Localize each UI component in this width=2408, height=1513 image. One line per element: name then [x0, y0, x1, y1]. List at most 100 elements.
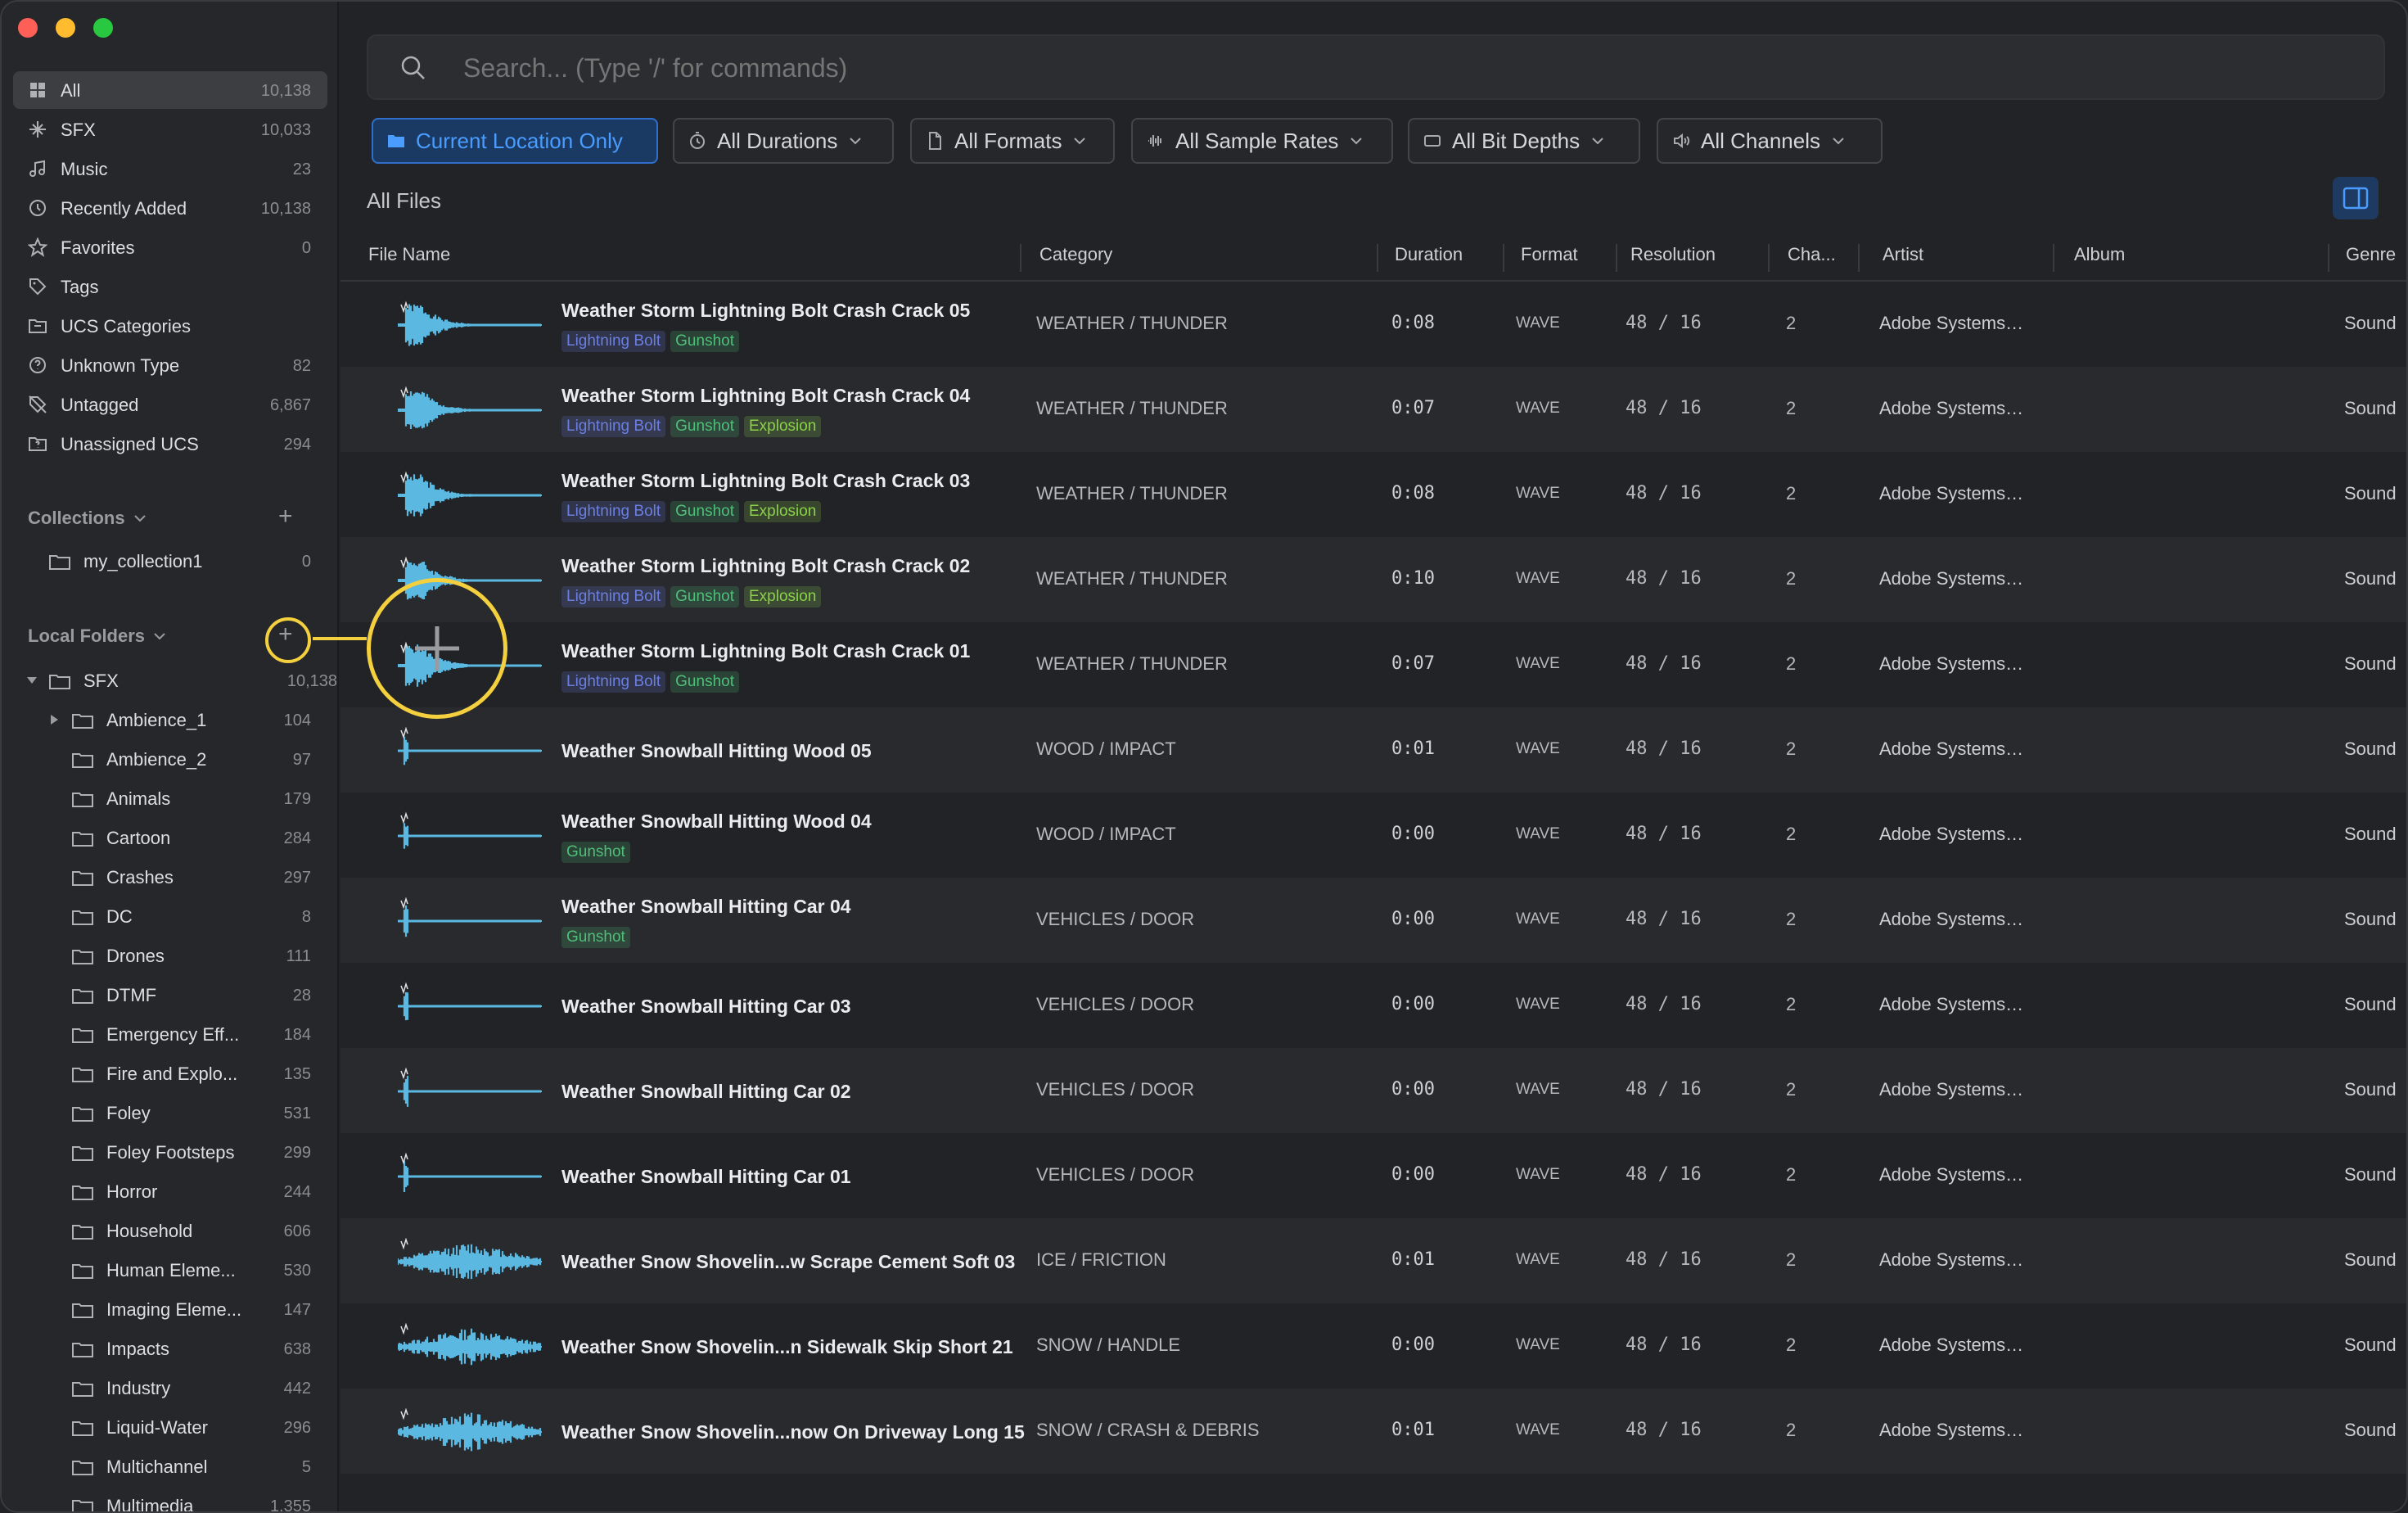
folder-item[interactable]: Crashes 297	[49, 858, 311, 896]
filter-all-bit-depths[interactable]: All Bit Depths	[1408, 118, 1640, 164]
tag-badge[interactable]: Gunshot	[561, 927, 630, 948]
collection-item[interactable]: my_collection1 0	[49, 542, 311, 580]
folder-item[interactable]: Impacts 638	[49, 1330, 311, 1367]
table-row[interactable]: Weather Snowball Hitting Car 02 VEHICLES …	[340, 1048, 2406, 1133]
sidebar-item-recently-added[interactable]: Recently Added 10,138	[13, 189, 327, 227]
tag-badge[interactable]: Gunshot	[670, 671, 739, 693]
filter-all-channels[interactable]: All Channels	[1657, 118, 1883, 164]
column-resolution[interactable]: Resolution	[1630, 244, 1716, 265]
folder-item[interactable]: DTMF 28	[49, 976, 311, 1014]
sidebar-item-untagged[interactable]: Untagged 6,867	[13, 386, 327, 423]
table-row[interactable]: Weather Snowball Hitting Wood 05 WOOD / I…	[340, 707, 2406, 793]
folder-item[interactable]: Industry 442	[49, 1369, 311, 1407]
tag-badge[interactable]: Lightning Bolt	[561, 586, 666, 607]
waveform-thumbnail[interactable]	[398, 1066, 542, 1117]
folder-item[interactable]: Foley Footsteps 299	[49, 1133, 311, 1171]
waveform-thumbnail[interactable]	[398, 1151, 542, 1202]
table-row[interactable]: Weather Storm Lightning Bolt Crash Crack…	[340, 537, 2406, 622]
folder-item[interactable]: Liquid-Water 296	[49, 1408, 311, 1446]
minimize-window-button[interactable]	[56, 18, 75, 38]
disclosure-open-icon[interactable]	[26, 675, 38, 686]
waveform-thumbnail[interactable]	[398, 811, 542, 861]
folder-item[interactable]: Horror 244	[49, 1172, 311, 1210]
close-window-button[interactable]	[18, 18, 38, 38]
waveform-thumbnail[interactable]	[398, 300, 542, 350]
column-category[interactable]: Category	[1039, 244, 1112, 265]
folder-item[interactable]: Human Eleme... 530	[49, 1251, 311, 1289]
zoom-window-button[interactable]	[93, 18, 113, 38]
waveform-thumbnail[interactable]	[398, 385, 542, 436]
column-divider[interactable]	[1858, 244, 1860, 272]
filter-all-sample-rates[interactable]: All Sample Rates	[1131, 118, 1393, 164]
folder-item[interactable]: Ambience_2 97	[49, 740, 311, 778]
column-divider[interactable]	[1020, 244, 1021, 272]
folder-item[interactable]: Fire and Explo... 135	[49, 1055, 311, 1092]
tag-badge[interactable]: Lightning Bolt	[561, 416, 666, 437]
folder-item[interactable]: Multimedia 1,355	[49, 1487, 311, 1511]
sidebar-item-ucs-categories[interactable]: UCS Categories	[13, 307, 327, 345]
folder-item[interactable]: Multichannel 5	[49, 1448, 311, 1485]
folder-item[interactable]: Emergency Eff... 184	[49, 1015, 311, 1053]
column-genre[interactable]: Genre	[2346, 244, 2396, 265]
column-divider[interactable]	[1616, 244, 1617, 272]
tag-badge[interactable]: Gunshot	[670, 331, 739, 352]
table-row[interactable]: Weather Storm Lightning Bolt Crash Crack…	[340, 452, 2406, 537]
toggle-inspector-button[interactable]	[2333, 177, 2379, 219]
table-row[interactable]: Weather Snowball Hitting Wood 04 Gunshot W…	[340, 793, 2406, 878]
table-row[interactable]: Weather Snow Shovelin...n Sidewalk Skip …	[340, 1303, 2406, 1389]
tag-badge[interactable]: Explosion	[743, 416, 822, 437]
waveform-thumbnail[interactable]	[398, 725, 542, 776]
table-row[interactable]: Weather Snowball Hitting Car 01 VEHICLES …	[340, 1133, 2406, 1218]
column-divider[interactable]	[2328, 244, 2329, 272]
tag-badge[interactable]: Lightning Bolt	[561, 331, 666, 352]
column-divider[interactable]	[1768, 244, 1770, 272]
tag-badge[interactable]: Gunshot	[561, 842, 630, 863]
search-input[interactable]	[463, 53, 1937, 84]
folder-item[interactable]: Animals 179	[49, 779, 311, 817]
folder-item[interactable]: Imaging Eleme... 147	[49, 1290, 311, 1328]
folder-item[interactable]: Ambience_1 104	[49, 701, 311, 738]
tag-badge[interactable]: Explosion	[743, 501, 822, 522]
tag-badge[interactable]: Explosion	[743, 586, 822, 607]
column-album[interactable]: Album	[2074, 244, 2125, 265]
table-row[interactable]: Weather Storm Lightning Bolt Crash Crack…	[340, 282, 2406, 367]
waveform-thumbnail[interactable]	[398, 896, 542, 946]
column-artist[interactable]: Artist	[1883, 244, 1923, 265]
tag-badge[interactable]: Lightning Bolt	[561, 671, 666, 693]
local-folders-header[interactable]: Local Folders	[28, 626, 166, 647]
column-divider[interactable]	[1503, 244, 1504, 272]
table-row[interactable]: Weather Snowball Hitting Car 03 VEHICLES …	[340, 963, 2406, 1048]
waveform-thumbnail[interactable]	[398, 981, 542, 1032]
column-duration[interactable]: Duration	[1395, 244, 1463, 265]
filter-all-durations[interactable]: All Durations	[673, 118, 894, 164]
tag-badge[interactable]: Gunshot	[670, 586, 739, 607]
column-file-name[interactable]: File Name	[368, 244, 450, 265]
waveform-thumbnail[interactable]	[398, 470, 542, 521]
search-bar[interactable]	[367, 34, 2385, 100]
sidebar-item-unknown-type[interactable]: Unknown Type 82	[13, 346, 327, 384]
table-row[interactable]: Weather Snowball Hitting Car 04 Gunshot VE…	[340, 878, 2406, 963]
table-row[interactable]: Weather Storm Lightning Bolt Crash Crack…	[340, 367, 2406, 452]
table-row[interactable]: Weather Snow Shovelin...w Scrape Cement …	[340, 1218, 2406, 1303]
filter-current-location-only[interactable]: Current Location Only	[372, 118, 658, 164]
table-row[interactable]: Weather Storm Lightning Bolt Crash Crack…	[340, 622, 2406, 707]
waveform-thumbnail[interactable]	[398, 1321, 542, 1372]
column-divider[interactable]	[1377, 244, 1378, 272]
column-channels[interactable]: Cha...	[1788, 244, 1836, 265]
table-row[interactable]: Weather Snow Shovelin...now On Driveway …	[340, 1389, 2406, 1474]
waveform-thumbnail[interactable]	[398, 1407, 542, 1457]
folder-item[interactable]: Foley 531	[49, 1094, 311, 1131]
sidebar-item-favorites[interactable]: Favorites 0	[13, 228, 327, 266]
column-format[interactable]: Format	[1521, 244, 1578, 265]
disclosure-closed-icon[interactable]	[49, 714, 59, 725]
tag-badge[interactable]: Gunshot	[670, 501, 739, 522]
sidebar-item-sfx[interactable]: SFX 10,033	[13, 111, 327, 148]
filter-all-formats[interactable]: All Formats	[910, 118, 1115, 164]
sidebar-item-music[interactable]: Music 23	[13, 150, 327, 187]
tag-badge[interactable]: Lightning Bolt	[561, 501, 666, 522]
sidebar-item-tags[interactable]: Tags	[13, 268, 327, 305]
folder-item[interactable]: DC 8	[49, 897, 311, 935]
folder-item[interactable]: Drones 111	[49, 937, 311, 974]
tag-badge[interactable]: Gunshot	[670, 416, 739, 437]
waveform-thumbnail[interactable]	[398, 1236, 542, 1287]
